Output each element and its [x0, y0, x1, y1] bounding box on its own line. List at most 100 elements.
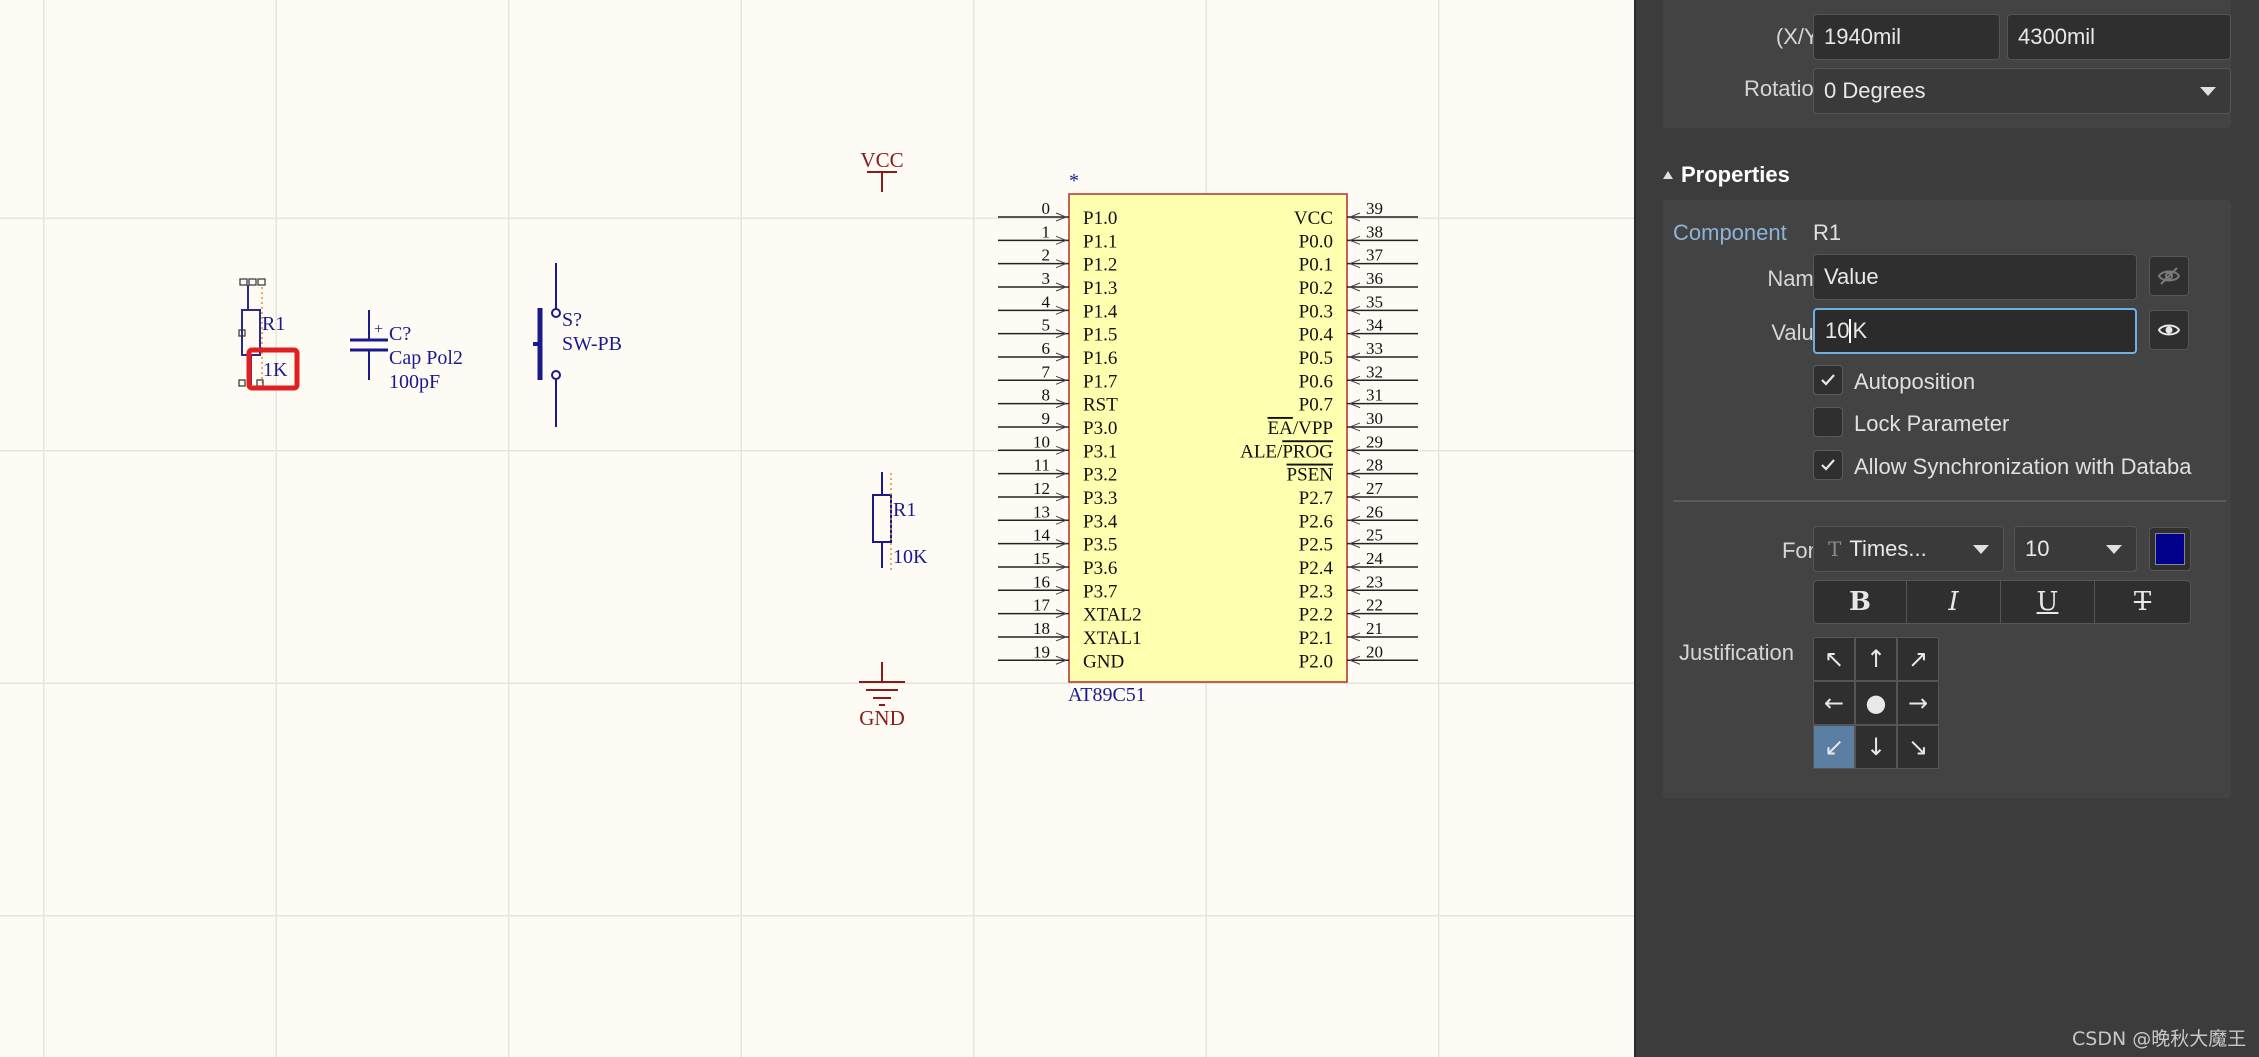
x-coordinate-value: 1940mil: [1824, 24, 1902, 49]
pin-number: 30: [1366, 409, 1383, 428]
capacitor-value[interactable]: 100pF: [389, 371, 440, 393]
chevron-down-icon: [2106, 545, 2122, 554]
gnd-power-port[interactable]: GND: [859, 662, 905, 730]
font-color-swatch: [2155, 533, 2185, 565]
justify-center-button[interactable]: ●: [1855, 681, 1897, 725]
pin-name: EA/VPP: [1268, 418, 1333, 439]
r1-small-value[interactable]: 1K: [263, 359, 288, 381]
arrow-icon: ↙: [1823, 733, 1845, 761]
pin-number: 2: [1042, 246, 1051, 265]
watermark: CSDN @晚秋大魔王: [2072, 1028, 2247, 1050]
allow-sync-label[interactable]: Allow Synchronization with Databa: [1854, 454, 2224, 480]
pin-name: P1.1: [1083, 231, 1117, 252]
justify-top-left-button[interactable]: ↖: [1813, 637, 1855, 681]
pin-name: P1.0: [1083, 208, 1117, 229]
resistor-r1-main[interactable]: R1 10K: [872, 472, 928, 570]
pin-name: P2.3: [1299, 581, 1333, 602]
pin-number: 34: [1366, 316, 1384, 335]
r1-main-designator[interactable]: R1: [893, 499, 916, 521]
pin-number: 16: [1033, 572, 1050, 591]
switch-designator[interactable]: S?: [562, 309, 582, 331]
pin-number: 28: [1366, 456, 1383, 475]
justify-middle-right-button[interactable]: →: [1897, 681, 1939, 725]
r1-main-value[interactable]: 10K: [893, 546, 928, 568]
strikethrough-button[interactable]: T: [2094, 580, 2191, 624]
font-family-dropdown[interactable]: T Times...: [1813, 526, 2004, 572]
font-color-picker[interactable]: [2149, 527, 2191, 571]
justify-bottom-right-button[interactable]: ↘: [1897, 725, 1939, 769]
pin-number: 17: [1033, 596, 1051, 615]
rotation-label: Rotation: [1744, 76, 1826, 101]
pin-number: 33: [1366, 339, 1383, 358]
pin-name: P1.4: [1083, 301, 1118, 322]
x-coordinate-input[interactable]: 1940mil: [1813, 14, 2000, 60]
pin-number: 21: [1366, 619, 1383, 638]
gnd-port-label: GND: [859, 706, 905, 730]
autoposition-checkbox[interactable]: [1813, 365, 1843, 395]
justify-bottom-center-button[interactable]: ↓: [1855, 725, 1897, 769]
pin-name: P2.6: [1299, 511, 1333, 532]
rotation-value: 0 Degrees: [1824, 78, 1926, 103]
vcc-power-port[interactable]: VCC: [860, 148, 904, 192]
rotation-dropdown[interactable]: 0 Degrees: [1813, 68, 2231, 114]
pin-number: 6: [1042, 339, 1051, 358]
pin-number: 14: [1033, 526, 1051, 545]
pin-name: P3.1: [1083, 441, 1117, 462]
underline-button[interactable]: U: [2000, 580, 2095, 624]
mcu-name[interactable]: AT89C51: [1068, 684, 1146, 706]
pin-name: P1.5: [1083, 325, 1117, 346]
switch-comment[interactable]: SW-PB: [562, 333, 622, 355]
pin-number: 10: [1033, 432, 1050, 451]
pin-number: 9: [1042, 409, 1051, 428]
value-field[interactable]: 10 K: [1813, 308, 2137, 354]
bold-button[interactable]: B: [1813, 580, 1907, 624]
pin-name-overbar: EA: [1268, 418, 1294, 439]
justify-top-right-button[interactable]: ↗: [1897, 637, 1939, 681]
pin-name: P0.4: [1299, 325, 1334, 346]
capacitor-c[interactable]: + C? Cap Pol2 100pF: [350, 310, 463, 393]
pin-number: 8: [1042, 386, 1051, 405]
text-caret: [1849, 319, 1852, 343]
resistor-r1-small[interactable]: R1 1K: [238, 278, 300, 391]
y-coordinate-input[interactable]: 4300mil: [2007, 14, 2231, 60]
pin-name: P3.6: [1083, 558, 1117, 579]
pin-name: P3.0: [1083, 418, 1117, 439]
vcc-port-label: VCC: [860, 148, 903, 172]
italic-icon: I: [1948, 587, 1959, 617]
pin-number: 37: [1366, 246, 1384, 265]
schematic-canvas[interactable]: R1 1K + C? Cap Pol2 100pF S? SW-PB VCC G…: [0, 0, 1634, 1057]
name-field[interactable]: Value: [1813, 254, 2137, 300]
r1-small-designator[interactable]: R1: [262, 313, 285, 335]
pin-name: P0.5: [1299, 348, 1333, 369]
lock-parameter-checkbox[interactable]: [1813, 407, 1843, 437]
allow-sync-checkbox[interactable]: [1813, 450, 1843, 480]
name-visibility-toggle[interactable]: [2149, 256, 2189, 296]
properties-section-header[interactable]: Properties: [1663, 160, 1790, 190]
pin-name: P2.5: [1299, 535, 1333, 556]
pin-number: 36: [1366, 269, 1383, 288]
arrow-icon: ↘: [1907, 733, 1929, 761]
font-size-dropdown[interactable]: 10: [2014, 526, 2137, 572]
pin-name-overbar: PSEN: [1287, 465, 1334, 486]
justify-top-center-button[interactable]: ↑: [1855, 637, 1897, 681]
arrow-icon: ←: [1823, 689, 1845, 717]
switch-s[interactable]: S? SW-PB: [533, 263, 622, 427]
mcu-at89c51[interactable]: * AT89C51 0 P1.0 1 P1.1 2 P1.2 3 P1.3 4 P1.4 5 P1.5…: [998, 170, 1418, 706]
eye-off-icon: [2157, 267, 2181, 285]
collapse-triangle-icon: [1663, 171, 1673, 179]
pin-name: P1.7: [1083, 371, 1117, 392]
lock-parameter-label[interactable]: Lock Parameter: [1854, 411, 2009, 437]
capacitor-designator[interactable]: C?: [389, 323, 411, 345]
italic-button[interactable]: I: [1906, 580, 2001, 624]
arrow-icon: ↗: [1907, 645, 1929, 673]
pin-name: RST: [1083, 395, 1118, 416]
pin-number: 22: [1366, 596, 1383, 615]
justify-middle-left-button[interactable]: ←: [1813, 681, 1855, 725]
pin-name-suffix: /VPP: [1293, 418, 1333, 439]
value-label: Value: [1771, 320, 1826, 345]
autoposition-label[interactable]: Autoposition: [1854, 369, 1975, 395]
capacitor-comment[interactable]: Cap Pol2: [389, 347, 463, 369]
component-value: R1: [1813, 220, 1842, 245]
justify-bottom-left-button[interactable]: ↙: [1813, 725, 1855, 769]
value-visibility-toggle[interactable]: [2149, 310, 2189, 350]
